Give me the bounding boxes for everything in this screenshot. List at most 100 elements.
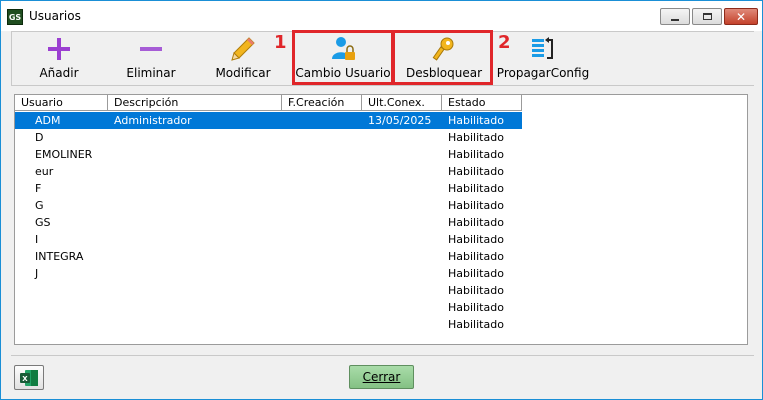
table-row[interactable]: eur Habilitado — [15, 163, 522, 180]
close-window-button[interactable]: ✕ — [724, 8, 758, 25]
grid-header: Usuario Descripción F.Creación Ult.Conex… — [15, 95, 522, 111]
cell-usuario: INTEGRA — [35, 250, 84, 263]
close-icon: ✕ — [735, 9, 747, 24]
cell-fcreacion — [282, 248, 362, 265]
users-grid[interactable]: Usuario Descripción F.Creación Ult.Conex… — [14, 94, 748, 345]
cell-descripcion — [108, 282, 282, 299]
cell-ultconex — [362, 163, 442, 180]
column-header-descripcion[interactable]: Descripción — [108, 95, 282, 111]
table-row[interactable]: Habilitado — [15, 316, 522, 333]
cell-ultconex — [362, 248, 442, 265]
cell-descripcion — [108, 265, 282, 282]
close-button-label: Cerrar — [362, 370, 401, 384]
cell-usuario: D — [35, 131, 44, 144]
cell-descripcion — [108, 231, 282, 248]
usuarios-window: GS Usuarios ✕ Añadir Eliminar Modificar … — [0, 0, 763, 400]
table-row[interactable]: J Habilitado — [15, 265, 522, 282]
cell-ultconex — [362, 146, 442, 163]
cell-usuario: eur — [35, 165, 54, 178]
minimize-button[interactable] — [660, 8, 690, 25]
cell-descripcion — [108, 180, 282, 197]
delete-button[interactable]: Eliminar — [117, 34, 185, 82]
cell-fcreacion — [282, 146, 362, 163]
annotation-box-1 — [292, 30, 394, 85]
cell-fcreacion — [282, 197, 362, 214]
cell-ultconex — [362, 316, 442, 333]
title-bar: GS Usuarios ✕ — [1, 1, 762, 31]
export-excel-button[interactable]: X — [14, 365, 44, 390]
cell-usuario: ADM — [15, 112, 108, 129]
close-button[interactable]: Cerrar — [349, 365, 414, 389]
annotation-number-1: 1 — [274, 32, 287, 53]
cell-descripcion — [108, 197, 282, 214]
cell-estado: Habilitado — [448, 250, 504, 263]
cell-fcreacion — [282, 214, 362, 231]
table-row[interactable]: EMOLINER Habilitado — [15, 146, 522, 163]
cell-fcreacion — [282, 231, 362, 248]
table-row[interactable]: ADM Administrador 13/05/2025 Habilitado — [15, 112, 522, 129]
cell-usuario: F — [35, 182, 42, 195]
grid-rows: ADM Administrador 13/05/2025 Habilitado D Hab… — [15, 112, 522, 333]
cell-descripcion — [108, 163, 282, 180]
cell-fcreacion — [282, 299, 362, 316]
propagate-config-button[interactable]: PropagarConfig — [497, 34, 589, 82]
cell-ultconex — [362, 180, 442, 197]
cell-fcreacion — [282, 316, 362, 333]
cell-estado: Habilitado — [448, 284, 504, 297]
add-button[interactable]: Añadir — [27, 34, 91, 82]
cell-estado: Habilitado — [448, 148, 504, 161]
cell-estado: Habilitado — [448, 267, 504, 280]
modify-label: Modificar — [215, 66, 271, 80]
cell-estado: Habilitado — [442, 112, 522, 129]
cell-estado: Habilitado — [448, 318, 504, 331]
maximize-icon — [702, 13, 712, 20]
plus-icon — [48, 38, 70, 60]
toolbar-bottom-divider — [11, 85, 754, 86]
cell-usuario: G — [35, 199, 44, 212]
cell-estado: Habilitado — [448, 199, 504, 212]
cell-descripcion — [108, 299, 282, 316]
table-row[interactable]: F Habilitado — [15, 180, 522, 197]
cell-fcreacion — [282, 163, 362, 180]
cell-usuario — [15, 282, 108, 299]
cell-usuario: I — [35, 233, 39, 246]
table-row[interactable]: I Habilitado — [15, 231, 522, 248]
cell-descripcion — [108, 129, 282, 146]
table-row[interactable]: G Habilitado — [15, 197, 522, 214]
cell-ultconex — [362, 231, 442, 248]
cell-fcreacion — [282, 180, 362, 197]
add-label: Añadir — [39, 66, 79, 80]
cell-ultconex: 13/05/2025 — [362, 112, 442, 129]
cell-fcreacion — [282, 129, 362, 146]
cell-descripcion — [108, 316, 282, 333]
cell-fcreacion — [282, 282, 362, 299]
cell-fcreacion — [282, 265, 362, 282]
table-row[interactable]: Habilitado — [15, 282, 522, 299]
annotation-number-2: 2 — [498, 32, 511, 53]
cell-usuario: J — [35, 267, 39, 280]
modify-button[interactable]: Modificar — [209, 34, 277, 82]
table-row[interactable]: INTEGRA Habilitado — [15, 248, 522, 265]
cell-fcreacion — [282, 112, 362, 129]
propagate-icon — [532, 37, 553, 59]
maximize-button[interactable] — [692, 8, 722, 25]
column-header-estado[interactable]: Estado — [442, 95, 522, 111]
cell-ultconex — [362, 282, 442, 299]
app-icon: GS — [7, 9, 23, 25]
cell-ultconex — [362, 197, 442, 214]
column-header-usuario[interactable]: Usuario — [15, 95, 108, 111]
column-header-fcreacion[interactable]: F.Creación — [282, 95, 362, 111]
cell-ultconex — [362, 129, 442, 146]
cell-usuario — [15, 316, 108, 333]
footer-divider — [11, 355, 754, 356]
cell-descripcion — [108, 146, 282, 163]
cell-estado: Habilitado — [448, 165, 504, 178]
column-header-ultconex[interactable]: Ult.Conex. — [362, 95, 442, 111]
propagate-label: PropagarConfig — [496, 66, 590, 80]
cell-estado: Habilitado — [448, 301, 504, 314]
table-row[interactable]: GS Habilitado — [15, 214, 522, 231]
cell-usuario — [15, 299, 108, 316]
cell-descripcion: Administrador — [108, 112, 282, 129]
table-row[interactable]: D Habilitado — [15, 129, 522, 146]
table-row[interactable]: Habilitado — [15, 299, 522, 316]
